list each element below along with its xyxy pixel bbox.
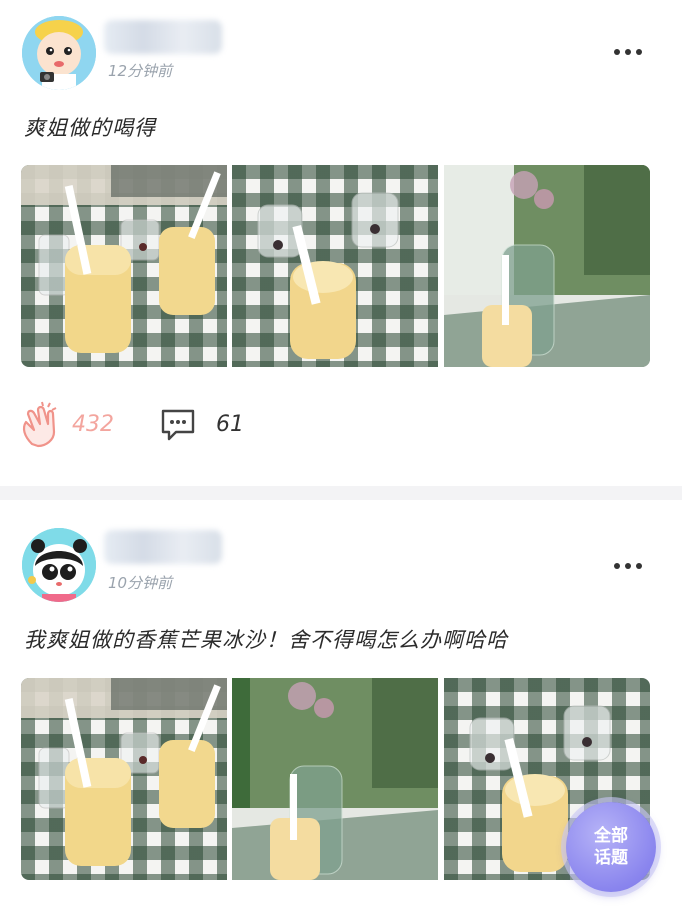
post-text[interactable]: 我爽姐做的香蕉芒果冰沙！舍不得喝怎么办啊哈哈 <box>24 624 508 654</box>
post-timestamp: 10分钟前 <box>108 574 173 592</box>
more-icon[interactable] <box>610 556 646 576</box>
comment-count[interactable]: 61 <box>216 412 244 437</box>
avatar[interactable] <box>22 528 96 602</box>
all-topics-label-line1: 全部 <box>594 826 628 846</box>
post-photo[interactable] <box>21 678 227 880</box>
username-blurred[interactable] <box>104 20 222 54</box>
feed-divider <box>0 486 682 500</box>
post-photo[interactable] <box>232 678 438 880</box>
post-photo[interactable] <box>444 165 650 367</box>
username-blurred[interactable] <box>104 530 222 564</box>
feed-post[interactable]: 12分钟前 爽姐做的喝得 432 61 <box>0 0 682 486</box>
comment-icon[interactable] <box>160 408 196 442</box>
avatar[interactable] <box>22 16 96 90</box>
post-text[interactable]: 爽姐做的喝得 <box>24 112 156 142</box>
post-timestamp: 12分钟前 <box>108 62 173 80</box>
clap-icon[interactable] <box>18 400 62 448</box>
clap-count[interactable]: 432 <box>72 412 114 437</box>
more-icon[interactable] <box>610 42 646 62</box>
post-photo[interactable] <box>21 165 227 367</box>
all-topics-label-line2: 话题 <box>594 848 628 868</box>
all-topics-button[interactable]: 全部 话题 <box>566 802 656 892</box>
post-photo[interactable] <box>232 165 438 367</box>
